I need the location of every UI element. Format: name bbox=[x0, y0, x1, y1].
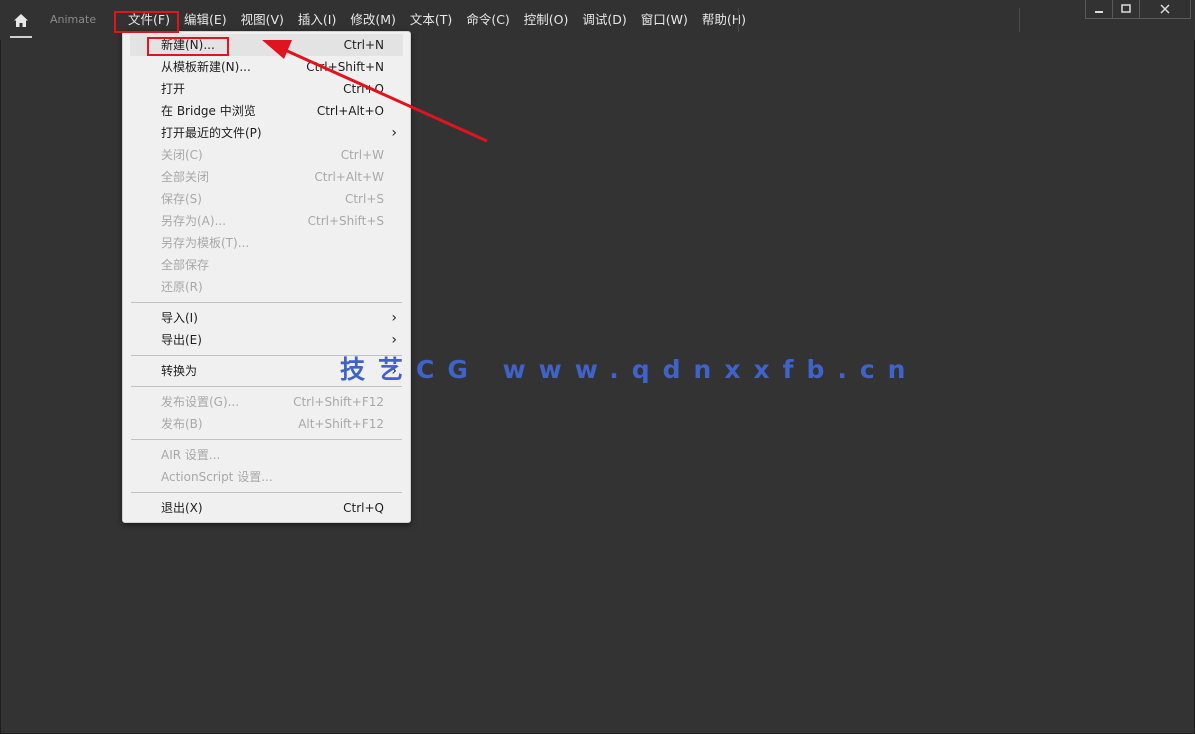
watermark-text: 技艺CG www.qdnxxfb.cn bbox=[340, 355, 919, 384]
